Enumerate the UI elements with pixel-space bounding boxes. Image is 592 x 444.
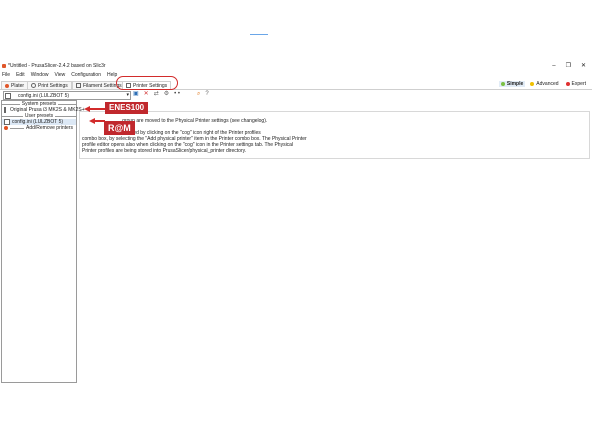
- menu-edit[interactable]: Edit: [16, 72, 25, 78]
- gear-icon: [31, 83, 36, 88]
- mode-advanced[interactable]: Advanced: [528, 81, 560, 87]
- info-panel: ...group are moved to the Physical Print…: [79, 111, 590, 159]
- annotation-arrow-line-1: [88, 108, 106, 110]
- tab-print-settings[interactable]: Print Settings: [27, 81, 72, 89]
- tab-plater[interactable]: Plater: [1, 81, 29, 89]
- window-controls: – ❐ ✕: [552, 63, 586, 69]
- mode-simple[interactable]: Simple: [498, 81, 526, 87]
- menu-view[interactable]: View: [54, 72, 65, 78]
- advanced-dot-icon: [530, 82, 535, 86]
- question-icon[interactable]: ?: [205, 91, 208, 98]
- tab-print-settings-label: Print Settings: [38, 82, 68, 89]
- top-accent-line: [250, 34, 268, 35]
- mode-expert-label: Expert: [571, 81, 586, 87]
- menu-file[interactable]: File: [2, 72, 10, 78]
- close-button[interactable]: ✕: [581, 63, 586, 69]
- menu-configuration[interactable]: Configuration: [71, 72, 101, 78]
- menu-window[interactable]: Window: [31, 72, 49, 78]
- info-line-5: Printer profiles are being stored into P…: [82, 148, 247, 154]
- mode-expert[interactable]: Expert: [564, 81, 588, 87]
- menu-bar: File Edit Window View Configuration Help: [2, 72, 117, 78]
- add-remove-label: Add/Remove printers: [26, 125, 73, 131]
- chevron-down-icon[interactable]: ▾: [126, 92, 129, 98]
- mode-advanced-label: Advanced: [536, 81, 559, 87]
- compare-icon[interactable]: ⇄: [154, 91, 159, 98]
- cog-icon[interactable]: ⚙: [164, 91, 169, 98]
- mode-simple-label: Simple: [506, 81, 524, 87]
- annotation-label-1: ENES100: [105, 102, 149, 114]
- delete-icon[interactable]: ✕: [144, 91, 149, 98]
- mode-switcher: Simple Advanced Expert: [498, 81, 588, 87]
- maximize-button[interactable]: ❐: [566, 63, 571, 69]
- checkbox-icon: [4, 107, 6, 113]
- save-icon[interactable]: ▣: [133, 91, 139, 98]
- info-line-1: ...group are moved to the Physical Print…: [118, 118, 268, 124]
- search-icon[interactable]: ⌕: [197, 91, 200, 98]
- annotation-label-2: R@M: [104, 121, 135, 135]
- checkbox-icon: [4, 119, 10, 125]
- expert-dot-icon: [565, 82, 570, 86]
- window-title: *Untitled - PrusaSlicer-2.4.2 based on S…: [8, 63, 106, 69]
- plater-icon: [5, 83, 9, 88]
- highlight-circle: [116, 76, 178, 90]
- dots-icon[interactable]: • •: [174, 91, 180, 98]
- add-remove-printers[interactable]: Add/Remove printers: [2, 125, 76, 131]
- tab-plater-label: Plater: [11, 82, 25, 89]
- preset-list-panel: System presets Original Prusa i3 MK2S & …: [1, 100, 85, 383]
- spool-icon: [76, 83, 81, 88]
- minimize-button[interactable]: –: [552, 63, 555, 69]
- add-printer-icon: [4, 126, 8, 130]
- menu-help[interactable]: Help: [107, 72, 117, 78]
- simple-dot-icon: [500, 82, 505, 86]
- preset-combo-value: config.ini (LULZBOT 5): [18, 93, 70, 99]
- preset-combo[interactable]: config.ini (LULZBOT 5) ▾: [3, 91, 131, 100]
- app-icon: [2, 64, 6, 68]
- preset-toolbar: ▣ ✕ ⇄ ⚙ • • ⌕ ?: [133, 91, 209, 98]
- printer-combo-icon: [5, 93, 11, 99]
